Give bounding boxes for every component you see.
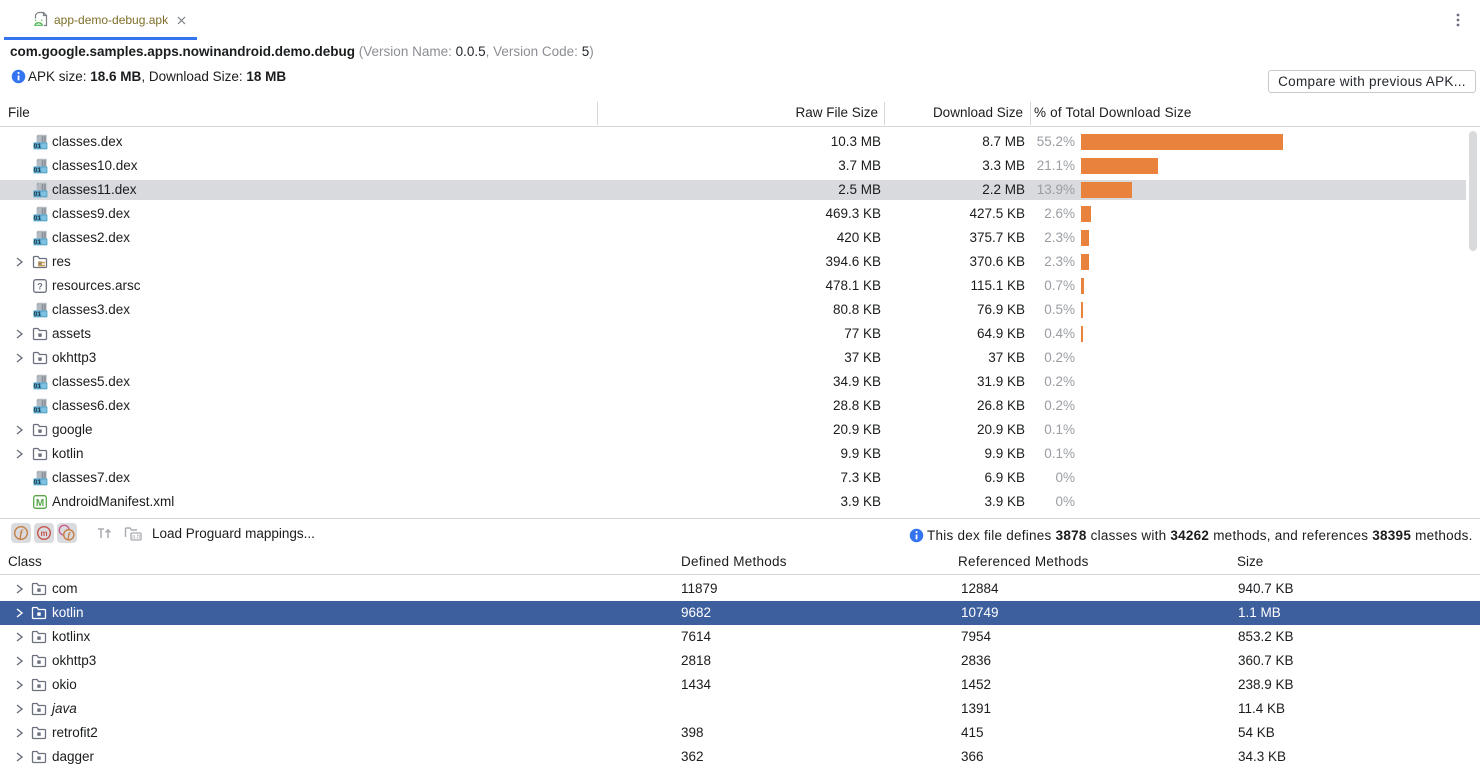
svg-text:m: m: [40, 529, 47, 538]
svg-text:01: 01: [34, 215, 42, 222]
svg-text:01: 01: [34, 407, 42, 414]
svg-text:01: 01: [34, 479, 42, 486]
svg-text:a.b: a.b: [132, 535, 141, 541]
svg-text:?: ?: [37, 282, 43, 292]
svg-text:01: 01: [34, 239, 42, 246]
svg-text:01: 01: [34, 311, 42, 318]
svg-text:01: 01: [34, 143, 42, 150]
svg-text:01: 01: [34, 191, 42, 198]
svg-text:M: M: [36, 498, 44, 509]
svg-text:01: 01: [34, 167, 42, 174]
svg-text:01: 01: [34, 383, 42, 390]
